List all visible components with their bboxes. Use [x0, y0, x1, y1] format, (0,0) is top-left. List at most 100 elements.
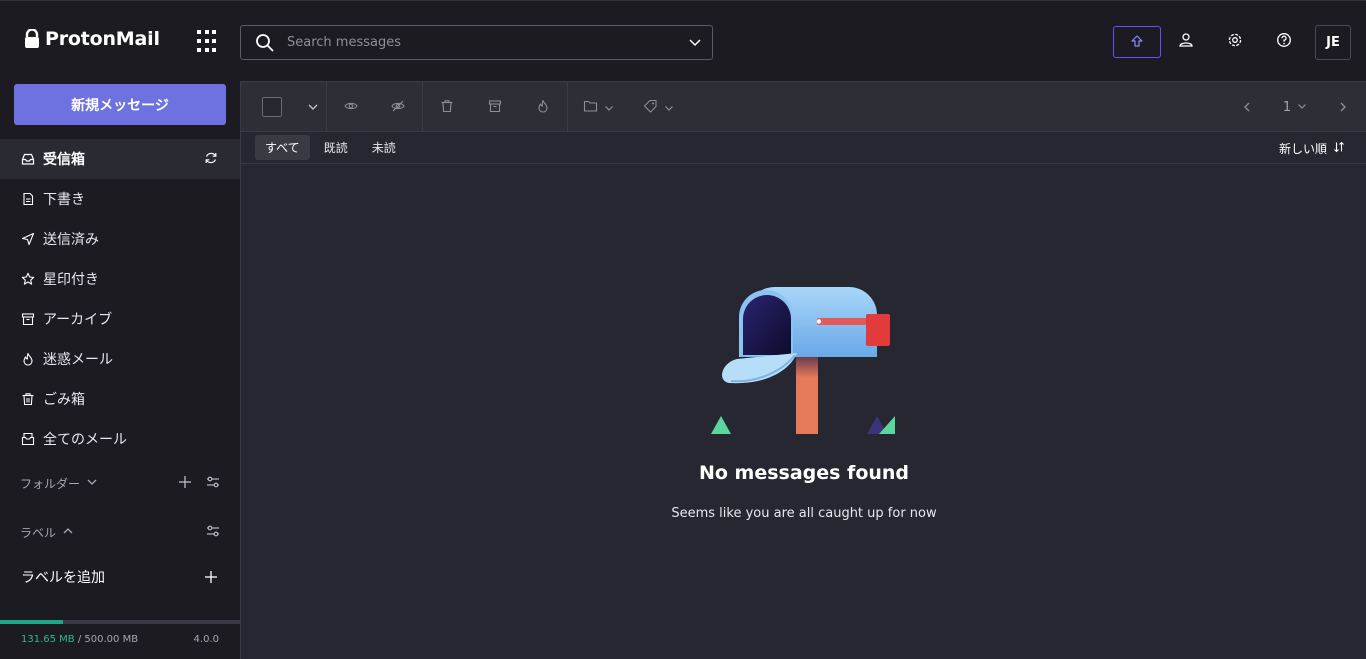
checkbox-box: [262, 97, 282, 117]
empty-state-subtitle: Seems like you are all caught up for now: [671, 506, 937, 521]
app-version: 4.0.0: [193, 634, 219, 645]
eye-icon: [344, 98, 358, 117]
mark-read-button[interactable]: [327, 82, 375, 132]
archive-button[interactable]: [471, 82, 519, 132]
upgrade-button[interactable]: [1113, 26, 1161, 58]
compose-button[interactable]: 新規メッセージ: [14, 84, 226, 125]
sidebar-item-label: 迷惑メール: [43, 352, 113, 368]
top-bar: ProtonMail Search messages JE: [0, 0, 1366, 81]
eye-slash-icon: [391, 98, 405, 117]
sidebar-item-label: アーカイブ: [43, 312, 113, 328]
next-page-button[interactable]: [1319, 82, 1366, 132]
trash-icon: [20, 391, 36, 407]
folders-section: フォルダー: [0, 468, 240, 498]
sidebar-item-inbox[interactable]: 受信箱: [0, 139, 240, 179]
organize-group: [568, 82, 688, 132]
sidebar: 新規メッセージ 受信箱 下書き 送信済み 星印付き アーカイブ 迷惑メール ごみ…: [0, 81, 240, 659]
refresh-icon[interactable]: [204, 151, 218, 169]
select-options-button[interactable]: [303, 82, 323, 132]
gear-icon: [1227, 32, 1243, 52]
chevron-up-icon: [62, 525, 74, 540]
sidebar-item-drafts[interactable]: 下書き: [0, 179, 240, 219]
page-number: 1: [1282, 99, 1292, 115]
add-folder-plus-icon[interactable]: [178, 475, 192, 492]
proton-logo-icon: [24, 28, 40, 49]
spam-icon: [536, 98, 550, 117]
trash-icon: [440, 98, 454, 117]
label-settings-sliders-icon[interactable]: [206, 524, 220, 541]
user-avatar-button[interactable]: JE: [1315, 25, 1351, 60]
sidebar-item-trash[interactable]: ごみ箱: [0, 379, 240, 419]
storage-separator: /: [74, 634, 85, 645]
filter-bar: すべて 既読 未読 新しい順: [241, 132, 1366, 164]
contacts-icon: [1178, 32, 1194, 52]
sidebar-item-label: 送信済み: [43, 232, 99, 248]
sidebar-item-label: 受信箱: [43, 152, 85, 168]
chevron-right-icon: [1337, 98, 1349, 117]
page-number-wrap: 1: [1283, 100, 1307, 115]
add-label-button[interactable]: ラベルを追加: [0, 562, 240, 592]
chevron-down-icon: [307, 98, 319, 117]
sidebar-item-sent[interactable]: 送信済み: [0, 219, 240, 259]
message-list-pane: 1 すべて 既読 未読 新しい順 No messages found Seems…: [240, 81, 1366, 659]
search-icon: [255, 33, 275, 57]
sidebar-item-label: 全てのメール: [43, 432, 127, 448]
folders-toggle[interactable]: フォルダー: [20, 475, 98, 492]
sidebar-item-label: 下書き: [43, 192, 85, 208]
sort-arrows-icon: [1333, 141, 1345, 156]
logo[interactable]: ProtonMail: [24, 28, 160, 50]
inbox-icon: [20, 151, 36, 167]
spam-button[interactable]: [519, 82, 567, 132]
sidebar-item-spam[interactable]: 迷惑メール: [0, 339, 240, 379]
chevron-down-icon: [86, 476, 98, 491]
sidebar-item-all-mail[interactable]: 全てのメール: [0, 419, 240, 459]
select-all-checkbox[interactable]: [241, 82, 303, 132]
all-mail-icon: [20, 431, 36, 447]
star-icon: [20, 271, 36, 287]
chevron-down-icon: [1297, 100, 1307, 115]
sidebar-item-starred[interactable]: 星印付き: [0, 259, 240, 299]
filter-tab-all[interactable]: すべて: [255, 135, 310, 160]
search-options-chevron-icon[interactable]: [688, 35, 702, 54]
help-button[interactable]: [1260, 26, 1308, 58]
storage-used: 131.65 MB: [21, 634, 75, 645]
top-actions: [1113, 26, 1309, 58]
page-select[interactable]: 1: [1271, 82, 1319, 132]
contacts-button[interactable]: [1162, 26, 1210, 58]
move-group: [423, 82, 568, 132]
mailbox-nav: 受信箱 下書き 送信済み 星印付き アーカイブ 迷惑メール ごみ箱 全てのメール: [0, 139, 240, 459]
filter-tab-read[interactable]: 既読: [314, 135, 358, 160]
add-label-plus-icon: [204, 570, 218, 588]
labels-toggle[interactable]: ラベル: [20, 524, 74, 541]
folder-icon: [583, 98, 598, 117]
search-input[interactable]: [287, 26, 667, 59]
sidebar-item-label: 星印付き: [43, 272, 99, 288]
help-icon: [1276, 32, 1292, 52]
draft-icon: [20, 191, 36, 207]
labels-section: ラベル: [0, 517, 240, 547]
previous-page-button[interactable]: [1223, 82, 1271, 132]
sidebar-item-archive[interactable]: アーカイブ: [0, 299, 240, 339]
apply-label-button[interactable]: [628, 82, 688, 132]
filter-tab-unread[interactable]: 未読: [362, 135, 406, 160]
tag-icon: [643, 98, 658, 117]
chevron-down-icon: [664, 98, 674, 117]
trash-button[interactable]: [423, 82, 471, 132]
mark-unread-button[interactable]: [375, 82, 423, 132]
archive-icon: [488, 98, 502, 117]
add-label-text: ラベルを追加: [21, 570, 105, 586]
archive-icon: [20, 311, 36, 327]
apps-grid-button[interactable]: [197, 30, 221, 54]
empty-mailbox-illustration: [709, 277, 899, 441]
move-to-folder-button[interactable]: [568, 82, 628, 132]
chevron-down-icon: [604, 98, 614, 117]
sort-button[interactable]: 新しい順: [1279, 140, 1345, 157]
empty-state-title: No messages found: [698, 462, 910, 484]
folder-settings-sliders-icon[interactable]: [206, 475, 220, 492]
settings-button[interactable]: [1211, 26, 1259, 58]
pagination: 1: [1223, 82, 1366, 132]
read-group: [327, 82, 423, 132]
storage-progress-fill: [0, 620, 64, 624]
folders-actions: [178, 475, 220, 492]
sent-icon: [20, 231, 36, 247]
